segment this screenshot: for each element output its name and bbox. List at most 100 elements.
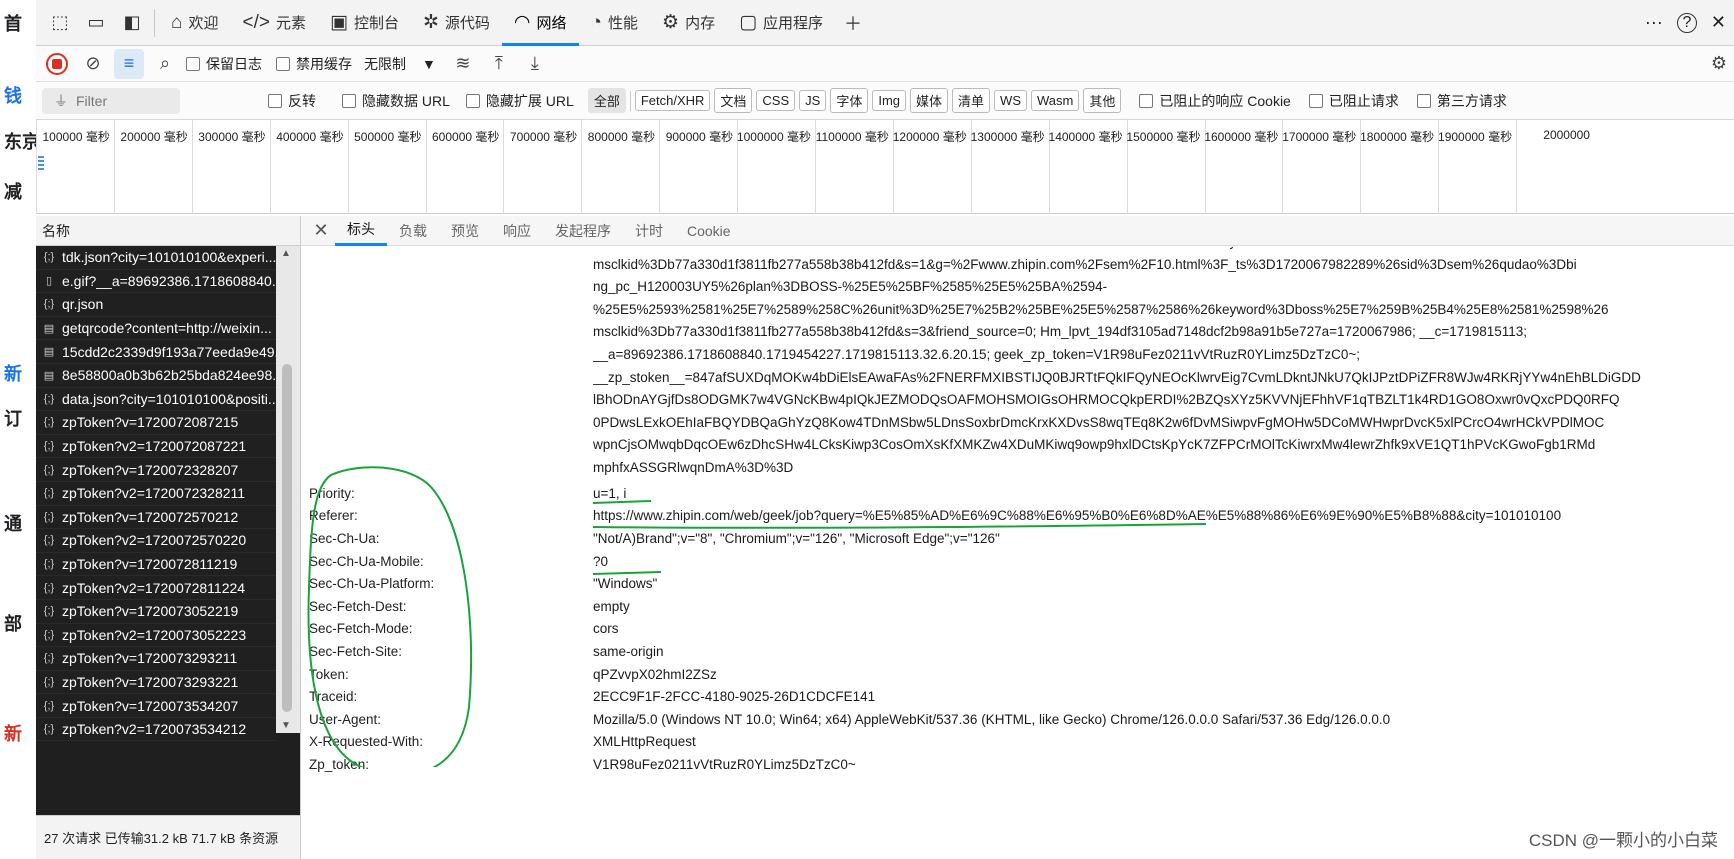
type-filter-pill[interactable]: Wasm — [1031, 90, 1080, 111]
blocked-cookies-checkbox[interactable]: 已阻止的响应 Cookie — [1139, 91, 1291, 111]
search-button[interactable]: ⌕ — [150, 49, 180, 79]
type-filter-pill[interactable]: WS — [994, 90, 1027, 111]
inspect-element-icon[interactable]: ⬚ — [42, 5, 78, 41]
detail-tab[interactable]: 计时 — [623, 216, 675, 246]
type-filter-pill[interactable]: 字体 — [830, 88, 869, 113]
header-value[interactable]: empty — [593, 599, 630, 614]
request-row[interactable]: {;} zpToken?v=1720072811219 — [36, 552, 276, 577]
devtools-panel: ⬚ ▭ ◧ ⌂ 欢迎 </> 元素 ▣ 控制台 ✲ 源代码 ◠ 网络 ◔ 性能 ⚙ 内存 ▢ 应用程序 ＋ ·… — [36, 0, 1734, 859]
request-row[interactable]: {;} zpToken?v2=1720072328211 — [36, 481, 276, 506]
header-value[interactable]: "Not/A)Brand";v="8", "Chromium";v="126",… — [593, 531, 1000, 546]
tab-console[interactable]: ▣ 控制台 — [318, 0, 411, 46]
type-filter-pill[interactable]: 其他 — [1083, 88, 1122, 113]
request-row[interactable]: ▤ 8e58800a0b3b62b25bda824ee98... — [36, 363, 276, 388]
dock-side-icon[interactable]: ◧ — [114, 5, 150, 41]
timeline-overview[interactable]: 100000 毫秒 200000 毫秒 300000 毫秒 400000 毫秒 5000… — [36, 120, 1734, 298]
type-filter-pill[interactable]: 清单 — [952, 88, 991, 113]
add-panel-icon[interactable]: ＋ — [835, 5, 871, 41]
hide-data-urls-label: 隐藏数据 URL — [362, 92, 450, 109]
filter-toggle-button[interactable]: ≡ — [114, 48, 144, 79]
clear-button[interactable]: ⊘ — [78, 49, 108, 79]
preserve-log-checkbox[interactable]: 保留日志 — [186, 54, 262, 74]
detail-tab[interactable]: 标头 — [335, 216, 387, 246]
request-list-scrollbar[interactable]: ▲ ▼ — [276, 246, 300, 733]
scroll-up-icon[interactable]: ▲ — [281, 248, 291, 259]
request-row[interactable]: {;} data.json?city=101010100&positi... — [36, 387, 276, 412]
detail-tab[interactable]: Cookie — [675, 216, 743, 246]
tab-home[interactable]: ⌂ 欢迎 — [159, 0, 231, 46]
type-filter-pill[interactable]: 文档 — [714, 88, 753, 113]
request-row[interactable]: {;} zpToken?v=1720073052219 — [36, 599, 276, 624]
detail-tab[interactable]: 发起程序 — [543, 216, 623, 246]
network-conditions-button[interactable]: ≋ — [448, 49, 478, 79]
memory-icon: ⚙ — [662, 12, 680, 33]
type-filter-pill[interactable]: 全部 — [587, 88, 626, 113]
performance-icon: ◔ — [590, 11, 602, 33]
export-har-button[interactable]: ⤓ — [520, 49, 550, 79]
type-filter-pill[interactable]: 媒体 — [910, 88, 949, 113]
tab-performance[interactable]: ◔ 性能 — [579, 0, 651, 46]
help-icon[interactable]: ? — [1676, 12, 1697, 33]
request-row[interactable]: {;} zpToken?v2=1720072811224 — [36, 576, 276, 600]
request-list-header[interactable]: 名称 — [36, 216, 300, 246]
type-filter-pill[interactable]: CSS — [756, 90, 796, 111]
type-filter-pill[interactable]: Img — [872, 90, 907, 111]
detail-tab[interactable]: 预览 — [439, 216, 491, 246]
header-value[interactable]: "Windows" — [593, 576, 657, 591]
type-filter-pill[interactable]: Fetch/XHR — [634, 90, 711, 111]
header-value[interactable]: cors — [593, 621, 619, 636]
invert-checkbox[interactable]: 反转 — [268, 91, 316, 111]
tab-bug[interactable]: ✲ 源代码 — [411, 0, 502, 46]
filter-input[interactable]: ⏚ Filter — [42, 87, 180, 114]
header-value[interactable]: Mozilla/5.0 (Windows NT 10.0; Win64; x64… — [593, 712, 1390, 727]
header-value[interactable]: 2ECC9F1F-2FCC-4180-9025-26D1CDCFE141 — [593, 689, 875, 704]
close-devtools-icon[interactable]: ✕ — [1711, 12, 1726, 33]
tab-wifi[interactable]: ◠ 网络 — [501, 0, 579, 46]
request-row[interactable]: {;} zpToken?v=1720073293221 — [36, 670, 276, 695]
hide-ext-urls-checkbox[interactable]: 隐藏扩展 URL — [465, 91, 574, 111]
close-detail-icon[interactable]: ✕ — [307, 220, 335, 241]
request-row[interactable]: {;} tdk.json?city=101010100&experi... — [36, 246, 276, 270]
hide-data-urls-checkbox[interactable]: 隐藏数据 URL — [342, 91, 450, 111]
scrollbar-thumb[interactable] — [282, 364, 292, 712]
request-row[interactable]: {;} zpToken?v=1720073534207 — [36, 694, 276, 718]
tab-application[interactable]: ▢ 应用程序 — [727, 0, 835, 46]
blocked-requests-checkbox[interactable]: 已阻止请求 — [1308, 91, 1399, 111]
chevron-down-icon: ▼ — [422, 55, 436, 72]
request-row[interactable]: {;} qr.json — [36, 293, 276, 317]
header-value[interactable]: V1R98uFez0211vVtRuzR0YLimz5DzTzC0~ — [593, 757, 856, 772]
type-filter-pill[interactable]: JS — [799, 90, 827, 111]
request-row[interactable]: {;} zpToken?v2=1720073534212 — [36, 717, 276, 742]
header-value[interactable]: qPZvvpX02hmI2ZSz — [593, 667, 717, 682]
third-party-checkbox[interactable]: 第三方请求 — [1416, 91, 1507, 111]
home-icon: ⌂ — [171, 11, 183, 33]
request-row[interactable]: {;} zpToken?v=1720072570212 — [36, 505, 276, 530]
throttle-select[interactable]: 无限制 ▼ — [358, 54, 442, 74]
request-row[interactable]: ▯ e.gif?__a=89692386.1718608840.... — [36, 269, 276, 294]
detail-tab[interactable]: 响应 — [491, 216, 543, 246]
header-value[interactable]: https://www.zhipin.com/web/geek/job?quer… — [593, 508, 1561, 523]
request-row[interactable]: {;} zpToken?v=1720072328207 — [36, 458, 276, 482]
header-value[interactable]: same-origin — [593, 644, 664, 659]
request-row[interactable]: {;} zpToken?v=1720072087215 — [36, 411, 276, 435]
request-row[interactable]: {;} zpToken?v2=1720072570220 — [36, 529, 276, 553]
header-value[interactable]: ?0 — [593, 554, 608, 569]
request-row[interactable]: {;} zpToken?v2=1720072087221 — [36, 434, 276, 459]
device-emulation-icon[interactable]: ▭ — [78, 5, 114, 41]
network-settings-button[interactable]: ⚙ — [1704, 49, 1734, 79]
header-value[interactable]: u=1, i — [593, 486, 626, 501]
tick-label: 1900000 毫秒 — [1438, 130, 1513, 144]
request-row[interactable]: ▤ getqrcode?content=http://weixin... — [36, 316, 276, 341]
detail-tab[interactable]: 负载 — [387, 216, 439, 246]
header-value[interactable]: XMLHttpRequest — [593, 734, 696, 749]
record-button[interactable] — [42, 49, 72, 79]
more-menu-icon[interactable]: ··· — [1645, 12, 1663, 33]
import-har-button[interactable]: ⤒ — [484, 49, 514, 79]
tab-code[interactable]: </> 元素 — [231, 0, 319, 46]
disable-cache-checkbox[interactable]: 禁用缓存 — [276, 54, 352, 74]
scroll-down-icon[interactable]: ▼ — [281, 720, 291, 731]
request-row[interactable]: {;} zpToken?v2=1720073052223 — [36, 623, 276, 648]
request-row[interactable]: {;} zpToken?v=1720073293211 — [36, 647, 276, 671]
request-row[interactable]: ▤ 15cdd2c2339d9f193a77eeda9e49... — [36, 340, 276, 364]
tab-memory[interactable]: ⚙ 内存 — [650, 0, 727, 46]
